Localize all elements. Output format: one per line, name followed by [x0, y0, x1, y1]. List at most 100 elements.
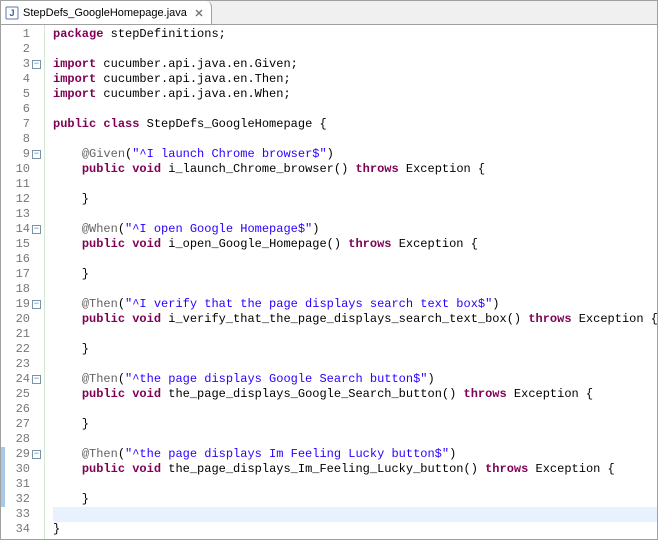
code-line[interactable]: public void the_page_displays_Google_Sea…	[53, 387, 657, 402]
line-number: 16	[1, 252, 30, 267]
keyword: void	[132, 162, 161, 176]
code-line[interactable]: }	[53, 342, 657, 357]
code-line[interactable]: import cucumber.api.java.en.Then;	[53, 72, 657, 87]
string-literal: "^I launch Chrome browser$"	[132, 147, 326, 161]
line-number: 15	[1, 237, 30, 252]
keyword: public	[53, 117, 96, 131]
code-line[interactable]	[53, 132, 657, 147]
close-icon[interactable]	[193, 7, 205, 19]
code-area[interactable]: package stepDefinitions; import cucumber.…	[45, 25, 657, 539]
string-literal: "^the page displays Im Feeling Lucky but…	[125, 447, 449, 461]
line-number: 9−	[1, 147, 30, 162]
code-line[interactable]: }	[53, 192, 657, 207]
line-number: 21	[1, 327, 30, 342]
line-number: 19−	[1, 297, 30, 312]
line-number: 20	[1, 312, 30, 327]
code-line[interactable]: public void i_launch_Chrome_browser() th…	[53, 162, 657, 177]
selection-highlight	[1, 462, 5, 477]
line-number: 8	[1, 132, 30, 147]
code-line[interactable]	[53, 432, 657, 447]
line-number: 23	[1, 357, 30, 372]
keyword: throws	[355, 162, 398, 176]
code-line[interactable]: @Then("^the page displays Google Search …	[53, 372, 657, 387]
fold-marker-icon[interactable]: −	[32, 300, 41, 309]
keyword: public	[82, 387, 125, 401]
keyword: package	[53, 27, 103, 41]
fold-marker-icon[interactable]: −	[32, 450, 41, 459]
keyword: public	[82, 312, 125, 326]
keyword: throws	[485, 462, 528, 476]
code-line[interactable]	[53, 42, 657, 57]
string-literal: "^I open Google Homepage$"	[125, 222, 312, 236]
line-number-gutter: 123−456789−1011121314−1516171819−2021222…	[1, 25, 45, 539]
keyword: throws	[528, 312, 571, 326]
line-number: 5	[1, 87, 30, 102]
line-number: 22	[1, 342, 30, 357]
code-line[interactable]: public void i_verify_that_the_page_displ…	[53, 312, 657, 327]
editor[interactable]: 123−456789−1011121314−1516171819−2021222…	[1, 25, 657, 539]
keyword: import	[53, 72, 96, 86]
code-line[interactable]	[53, 357, 657, 372]
code-line[interactable]	[53, 252, 657, 267]
tab-bar: J StepDefs_GoogleHomepage.java	[1, 1, 657, 25]
line-number: 17	[1, 267, 30, 282]
code-line[interactable]: import cucumber.api.java.en.Given;	[53, 57, 657, 72]
code-line[interactable]	[53, 477, 657, 492]
line-number: 1	[1, 27, 30, 42]
keyword: import	[53, 87, 96, 101]
code-line[interactable]	[53, 207, 657, 222]
code-line[interactable]: public void i_open_Google_Homepage() thr…	[53, 237, 657, 252]
code-line[interactable]: @Then("^the page displays Im Feeling Luc…	[53, 447, 657, 462]
keyword: import	[53, 57, 96, 71]
code-line[interactable]	[53, 402, 657, 417]
code-line[interactable]	[53, 507, 657, 522]
code-line[interactable]: import cucumber.api.java.en.When;	[53, 87, 657, 102]
line-number: 24−	[1, 372, 30, 387]
line-number: 18	[1, 282, 30, 297]
line-number: 2	[1, 42, 30, 57]
line-number: 11	[1, 177, 30, 192]
line-number: 32	[1, 492, 30, 507]
selection-highlight	[1, 492, 5, 507]
line-number: 6	[1, 102, 30, 117]
code-line[interactable]: @When("^I open Google Homepage$")	[53, 222, 657, 237]
line-number: 4	[1, 72, 30, 87]
code-line[interactable]: @Given("^I launch Chrome browser$")	[53, 147, 657, 162]
code-line[interactable]	[53, 327, 657, 342]
annotation: @When	[82, 222, 118, 236]
code-line[interactable]: }	[53, 492, 657, 507]
code-line[interactable]: public void the_page_displays_Im_Feeling…	[53, 462, 657, 477]
line-number: 3−	[1, 57, 30, 72]
code-line[interactable]: }	[53, 417, 657, 432]
annotation: @Given	[82, 147, 125, 161]
fold-marker-icon[interactable]: −	[32, 375, 41, 384]
keyword: void	[132, 237, 161, 251]
code-line[interactable]: public class StepDefs_GoogleHomepage {	[53, 117, 657, 132]
keyword: class	[103, 117, 139, 131]
code-line[interactable]: package stepDefinitions;	[53, 27, 657, 42]
code-line[interactable]: }	[53, 267, 657, 282]
annotation: @Then	[82, 372, 118, 386]
code-line[interactable]: }	[53, 522, 657, 537]
editor-tab[interactable]: J StepDefs_GoogleHomepage.java	[1, 1, 212, 24]
keyword: void	[132, 312, 161, 326]
code-line[interactable]	[53, 177, 657, 192]
line-number: 14−	[1, 222, 30, 237]
fold-marker-icon[interactable]: −	[32, 225, 41, 234]
code-line[interactable]	[53, 102, 657, 117]
fold-marker-icon[interactable]: −	[32, 150, 41, 159]
line-number: 12	[1, 192, 30, 207]
fold-marker-icon[interactable]: −	[32, 60, 41, 69]
string-literal: "^the page displays Google Search button…	[125, 372, 427, 386]
selection-highlight	[1, 477, 5, 492]
svg-text:J: J	[9, 8, 14, 18]
line-number: 30	[1, 462, 30, 477]
line-number: 31	[1, 477, 30, 492]
keyword: void	[132, 387, 161, 401]
annotation: @Then	[82, 297, 118, 311]
line-number: 25	[1, 387, 30, 402]
code-line[interactable]	[53, 282, 657, 297]
line-number: 29−	[1, 447, 30, 462]
code-line[interactable]: @Then("^I verify that the page displays …	[53, 297, 657, 312]
line-number: 28	[1, 432, 30, 447]
